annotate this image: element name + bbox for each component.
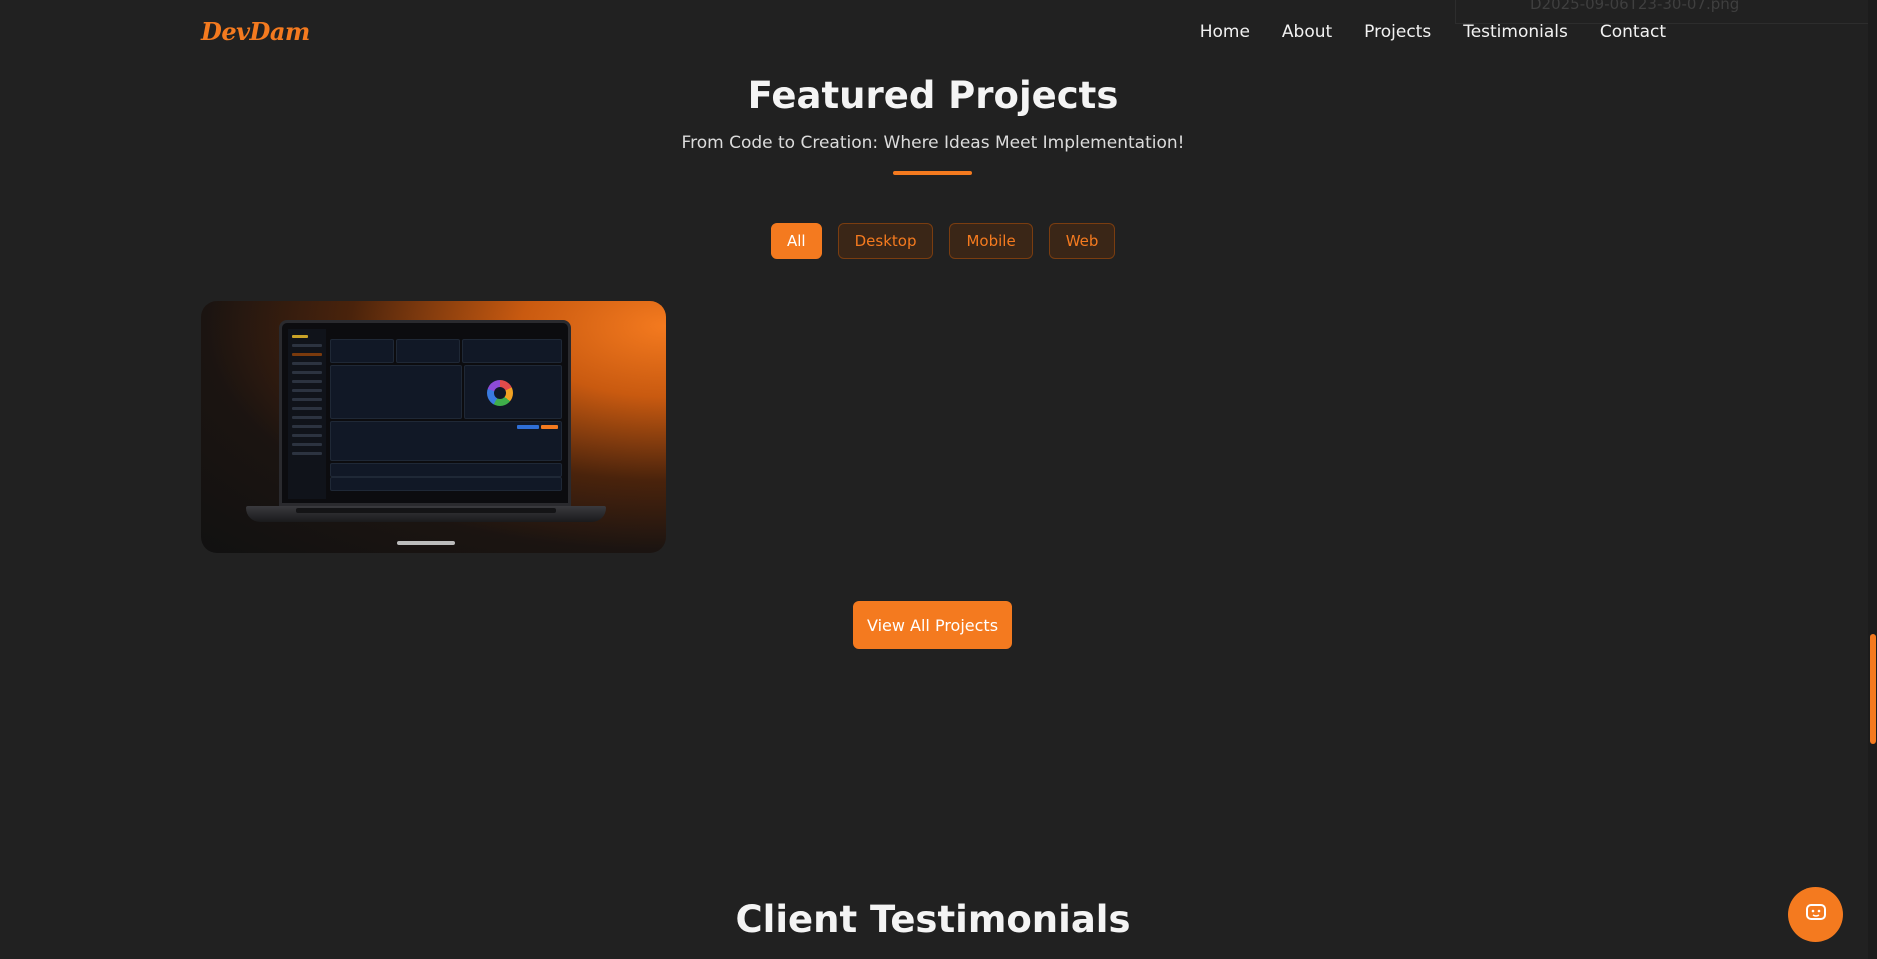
filter-desktop-button[interactable]: Desktop (837, 223, 934, 259)
chat-bot-icon (1805, 903, 1827, 926)
filter-mobile-button[interactable]: Mobile (949, 223, 1033, 259)
scrollbar-thumb[interactable] (1870, 634, 1876, 744)
project-card[interactable] (201, 301, 666, 553)
view-all-projects-button[interactable]: View All Projects (853, 601, 1012, 649)
page: DevDam Home About Projects Testimonials … (0, 0, 1877, 959)
featured-projects-subtitle: From Code to Creation: Where Ideas Meet … (681, 133, 1185, 153)
laptop-dashboard-mockup (279, 320, 571, 506)
laptop-keyboard (296, 508, 556, 513)
filter-web-button[interactable]: Web (1048, 223, 1116, 259)
brand-logo[interactable]: DevDam (201, 17, 310, 46)
nav-link-projects[interactable]: Projects (1364, 22, 1431, 42)
file-name-overlay: D2025-09-06T23-30-07.png (1455, 0, 1877, 24)
nav-link-home[interactable]: Home (1200, 22, 1250, 42)
client-testimonials-title: Client Testimonials (735, 898, 1131, 941)
mockup-main (330, 329, 562, 499)
donut-chart-icon (487, 380, 513, 406)
project-filters: All Desktop Mobile Web (771, 223, 1116, 259)
chat-widget-button[interactable] (1788, 887, 1843, 942)
nav-link-about[interactable]: About (1282, 22, 1332, 42)
nav-links: Home About Projects Testimonials Contact (1200, 22, 1666, 42)
filter-all-button[interactable]: All (771, 223, 822, 259)
nav-link-contact[interactable]: Contact (1600, 22, 1666, 42)
laptop-notch (397, 541, 455, 545)
scrollbar-track[interactable] (1868, 0, 1877, 959)
mockup-sidebar (288, 329, 326, 499)
title-underline-divider (893, 171, 972, 175)
nav-link-testimonials[interactable]: Testimonials (1463, 22, 1568, 42)
featured-projects-title: Featured Projects (747, 74, 1119, 117)
